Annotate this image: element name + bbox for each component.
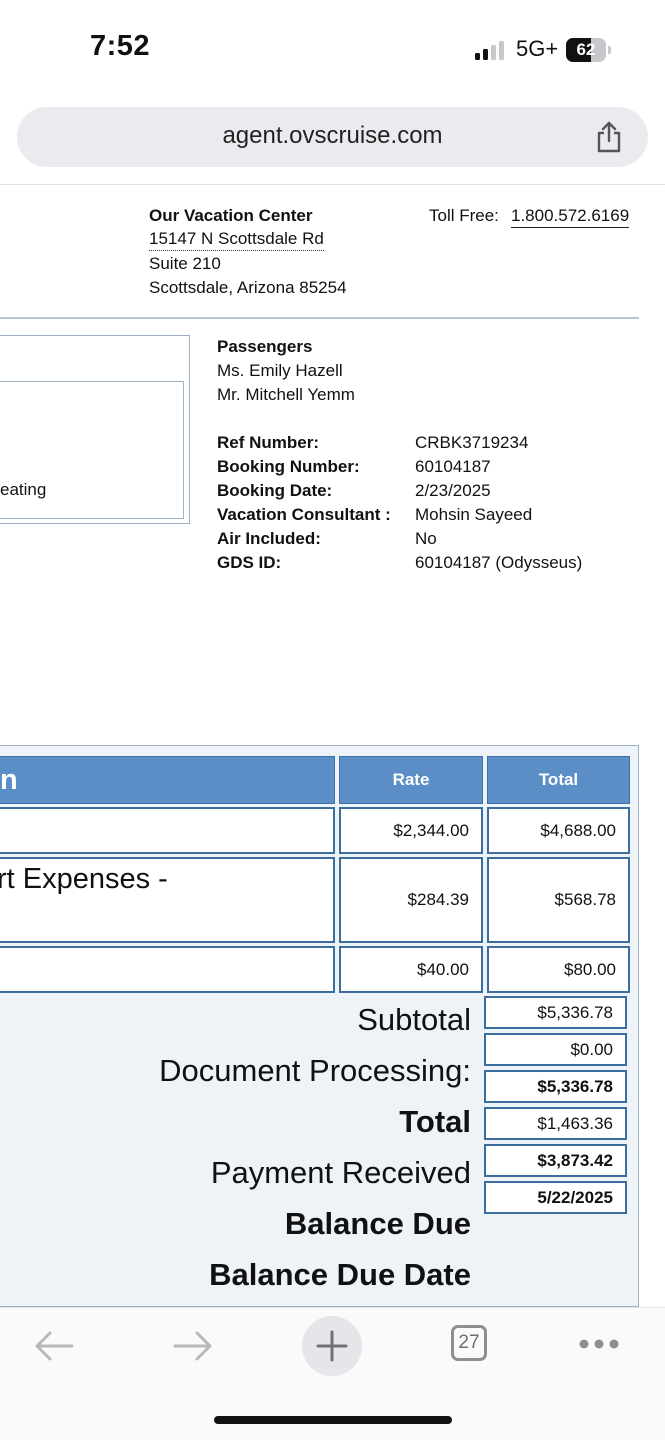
summary-value: 5/22/2025 <box>484 1181 627 1214</box>
cellular-signal-icon <box>475 40 507 60</box>
row-total: $4,688.00 <box>487 807 630 854</box>
status-time: 7:52 <box>90 30 151 62</box>
row-description <box>0 807 335 854</box>
total-label: Total <box>399 1104 471 1139</box>
booking-date-value: 2/23/2025 <box>415 481 491 500</box>
new-tab-button[interactable] <box>302 1316 362 1376</box>
network-type: 5G+ <box>516 36 559 61</box>
ref-number-label: Ref Number: <box>217 433 320 452</box>
header-divider <box>0 317 639 319</box>
toll-free-label: Toll Free: <box>429 206 499 225</box>
divider <box>0 184 665 185</box>
tab-count-button[interactable]: 27 <box>451 1325 487 1361</box>
booking-number-label: Booking Number: <box>217 457 360 476</box>
gds-id-value: 60104187 (Odysseus) <box>415 553 583 572</box>
payment-received-label: Payment Received <box>210 1155 471 1190</box>
rate-column-header: Rate <box>339 756 483 804</box>
more-dots-icon[interactable] <box>578 1338 620 1350</box>
row-total: $568.78 <box>487 857 630 943</box>
consultant-value: Mohsin Sayeed <box>415 505 533 524</box>
back-arrow-icon[interactable] <box>32 1328 76 1364</box>
booking-number-value: 60104187 <box>415 457 491 476</box>
row-rate: $284.39 <box>339 857 483 943</box>
row-total: $80.00 <box>487 946 630 993</box>
address-city: Scottsdale, Arizona 85254 <box>149 278 347 297</box>
summary-value: $5,336.78 <box>484 1070 627 1103</box>
description-column-header: n <box>0 756 335 804</box>
cruise-info-text: eating <box>0 480 47 499</box>
passengers-heading: Passengers <box>217 337 313 356</box>
air-included-label: Air Included: <box>217 529 321 548</box>
summary-value: $1,463.36 <box>484 1107 627 1140</box>
summary-value: $3,873.42 <box>484 1144 627 1177</box>
passenger-name: Mr. Mitchell Yemm <box>217 385 355 404</box>
toll-free-phone-link[interactable]: 1.800.572.6169 <box>511 204 630 228</box>
forward-arrow-icon[interactable] <box>171 1328 215 1364</box>
balance-due-label: Balance Due <box>284 1206 471 1241</box>
plus-icon <box>316 1330 348 1362</box>
passenger-name: Ms. Emily Hazell <box>217 361 343 380</box>
address-suite: Suite 210 <box>149 254 221 273</box>
battery-icon: 62 <box>566 38 611 62</box>
url-text[interactable]: agent.ovscruise.com <box>17 107 648 167</box>
row-rate: $40.00 <box>339 946 483 993</box>
booking-date-label: Booking Date: <box>217 481 333 500</box>
battery-level: 62 <box>576 40 596 59</box>
row-description: rt Expenses - <box>0 857 335 943</box>
subtotal-label: Subtotal <box>357 1002 471 1037</box>
document-processing-label: Document Processing: <box>159 1053 471 1088</box>
summary-value: $0.00 <box>484 1033 627 1066</box>
balance-due-date-label: Balance Due Date <box>209 1257 471 1292</box>
summary-value: $5,336.78 <box>484 996 627 1029</box>
row-description <box>0 946 335 993</box>
home-indicator <box>214 1416 452 1424</box>
address-street-link[interactable]: 15147 N Scottsdale Rd <box>149 228 324 251</box>
share-icon[interactable] <box>591 119 627 155</box>
air-included-value: No <box>415 529 437 548</box>
address-bar[interactable]: agent.ovscruise.com <box>17 107 648 167</box>
ref-number-value: CRBK3719234 <box>415 433 529 452</box>
gds-id-label: GDS ID: <box>217 553 282 572</box>
consultant-label: Vacation Consultant : <box>217 505 391 524</box>
total-column-header: Total <box>487 756 630 804</box>
company-name: Our Vacation Center <box>149 206 313 225</box>
row-rate: $2,344.00 <box>339 807 483 854</box>
